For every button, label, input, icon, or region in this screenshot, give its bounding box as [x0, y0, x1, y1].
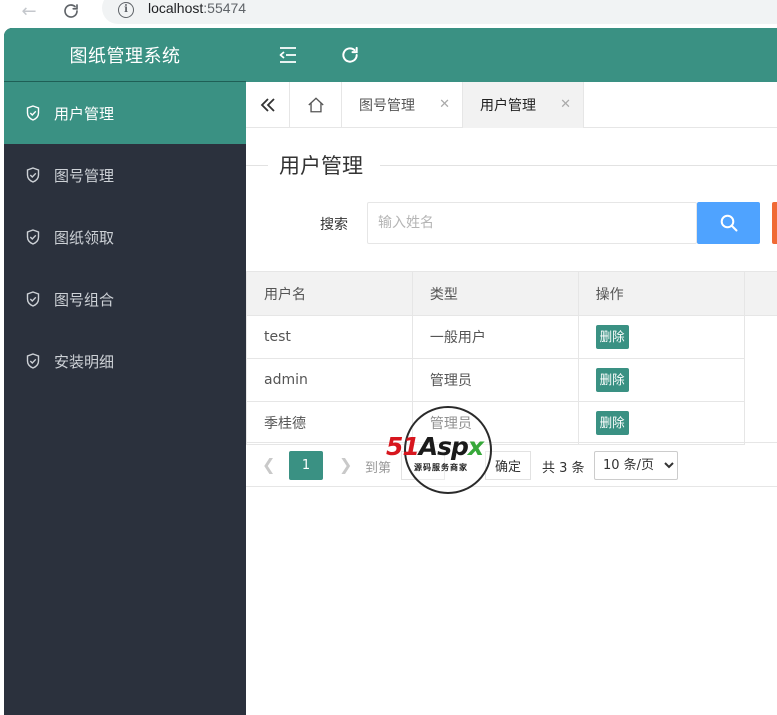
search-button[interactable] [697, 202, 760, 244]
home-icon [307, 97, 324, 113]
table-row: test 一般用户 删除 [246, 315, 777, 359]
shield-icon [26, 353, 40, 369]
column-header[interactable]: 用户名 [246, 271, 413, 316]
page-number-current[interactable]: 1 [289, 451, 323, 480]
cell-empty [743, 315, 777, 359]
sidebar-item-label: 图号组合 [54, 290, 115, 309]
tab-bar: 图号管理 ✕ 用户管理 ✕ [246, 82, 777, 128]
sidebar-item-label: 图纸领取 [54, 228, 115, 247]
cell-empty [743, 358, 777, 402]
cell-type: 一般用户 [411, 315, 579, 359]
page-title: 用户管理 [279, 150, 371, 180]
collapse-menu-icon[interactable] [276, 43, 300, 67]
cell-empty [743, 401, 777, 445]
cell-action: 删除 [577, 315, 745, 359]
sidebar-item-users[interactable]: 用户管理 [4, 82, 246, 144]
add-button[interactable] [772, 202, 777, 244]
close-icon[interactable]: ✕ [439, 98, 450, 111]
tab-label: 用户管理 [480, 98, 536, 114]
delete-button[interactable]: 删除 [595, 368, 629, 392]
sidebar-item-drawing-pickup[interactable]: 图纸领取 [4, 206, 246, 268]
cell-username: admin [246, 358, 413, 402]
home-tab[interactable] [290, 82, 342, 128]
sidebar-item-label: 图号管理 [54, 166, 115, 185]
divider [246, 165, 268, 166]
tab-user-management[interactable]: 用户管理 ✕ [463, 82, 584, 128]
tabs-scroll-left-icon[interactable] [246, 82, 290, 128]
delete-button[interactable]: 删除 [595, 325, 629, 349]
sidebar-item-label: 安装明细 [54, 352, 115, 371]
browser-reload-icon[interactable] [58, 0, 84, 22]
refresh-icon[interactable] [338, 43, 362, 67]
search-icon [720, 214, 737, 232]
watermark-logo: 51Aspx 源码服务商家 [386, 406, 514, 494]
browser-toolbar: ← i localhost:55474 [0, 0, 777, 28]
cell-action: 删除 [577, 401, 745, 445]
column-header[interactable]: 操作 [577, 271, 745, 316]
back-arrow-icon[interactable]: ← [16, 0, 42, 22]
divider [380, 165, 777, 166]
shield-icon [26, 291, 40, 307]
prev-page-icon[interactable]: ❮ [262, 455, 275, 474]
top-header [246, 28, 777, 82]
table-header-row: 用户名 类型 操作 [246, 271, 777, 316]
url-text: localhost:55474 [148, 0, 247, 16]
shield-icon [26, 167, 40, 183]
delete-button[interactable]: 删除 [595, 411, 629, 435]
app-title: 图纸管理系统 [4, 28, 246, 82]
shield-icon [26, 105, 40, 121]
sidebar-item-installation-details[interactable]: 安装明细 [4, 330, 246, 392]
page-size-select[interactable]: 10 条/页 [594, 451, 678, 480]
column-header[interactable]: 类型 [411, 271, 579, 316]
next-page-icon[interactable]: ❯ [339, 455, 352, 474]
table-row: admin 管理员 删除 [246, 358, 777, 402]
tab-label: 图号管理 [359, 98, 415, 114]
sidebar: 图纸管理系统 用户管理 图号管理 图纸领取 图号组合 安装明细 [4, 28, 246, 715]
sidebar-item-number-combination[interactable]: 图号组合 [4, 268, 246, 330]
watermark-subtitle: 源码服务商家 [414, 463, 468, 472]
watermark-brand: 51Aspx [386, 432, 484, 461]
cell-type: 管理员 [411, 358, 579, 402]
column-header-empty [743, 271, 777, 316]
tab-drawing-numbers[interactable]: 图号管理 ✕ [342, 82, 463, 128]
site-info-icon[interactable]: i [118, 2, 134, 18]
search-label: 搜索 [320, 217, 348, 233]
cell-username: test [246, 315, 413, 359]
total-count: 共 3 条 [542, 461, 585, 476]
close-icon[interactable]: ✕ [560, 98, 571, 111]
sidebar-item-label: 用户管理 [54, 104, 115, 123]
shield-icon [26, 229, 40, 245]
app-window: 图纸管理系统 用户管理 图号管理 图纸领取 图号组合 安装明细 图号管理 ✕ 用… [4, 28, 777, 715]
search-input[interactable] [367, 202, 697, 244]
sidebar-item-drawing-numbers[interactable]: 图号管理 [4, 144, 246, 206]
cell-action: 删除 [577, 358, 745, 402]
address-bar[interactable]: i localhost:55474 [102, 0, 777, 24]
